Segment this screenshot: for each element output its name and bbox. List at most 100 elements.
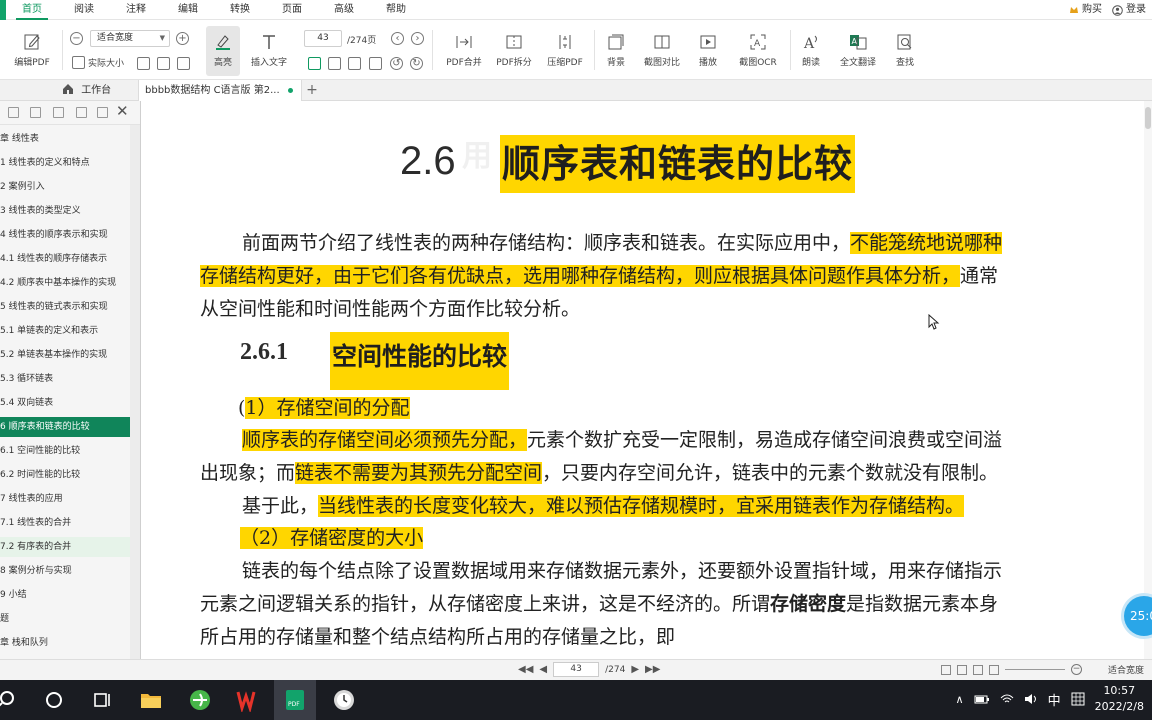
buy-button[interactable]: 购买 <box>1069 0 1102 20</box>
zoom-in-icon[interactable]: + <box>176 32 189 45</box>
zoom-slider[interactable] <box>1004 669 1065 670</box>
toc-item[interactable]: 5 线性表的链式表示和实现 <box>0 297 130 317</box>
toc-item[interactable]: 6.1 空间性能的比较 <box>0 441 130 461</box>
next-page-icon[interactable]: › <box>411 32 424 45</box>
toc-item[interactable]: 7 线性表的应用 <box>0 489 130 509</box>
status-page-input[interactable]: 43 <box>553 662 600 677</box>
pdf-reader-icon[interactable]: PDF <box>283 688 307 712</box>
toc-item[interactable]: 5.1 单链表的定义和表示 <box>0 321 130 341</box>
toc-item[interactable]: 7.1 线性表的合并 <box>0 513 130 533</box>
toc-item[interactable]: 3 线性表的类型定义 <box>0 201 130 221</box>
toc-item[interactable]: 6 顺序表和链表的比较 <box>0 417 130 437</box>
collapse-all-icon[interactable] <box>30 107 41 118</box>
toc-item[interactable]: 章 栈和队列 <box>0 633 130 653</box>
toc-item[interactable]: 6.2 时间性能的比较 <box>0 465 130 485</box>
file-explorer-icon[interactable] <box>139 688 163 712</box>
play-button[interactable]: 播放 <box>692 32 724 68</box>
highlight-button[interactable]: 高亮 <box>205 32 241 68</box>
wps-icon[interactable] <box>236 688 260 712</box>
insert-text-button[interactable]: 插入文字 <box>246 32 292 68</box>
toc-item[interactable]: 1 线性表的定义和特点 <box>0 153 130 173</box>
scroll-view-icon[interactable] <box>972 664 983 675</box>
double-page-icon[interactable] <box>328 57 341 70</box>
browser-icon[interactable] <box>188 688 212 712</box>
background-button[interactable]: 背景 <box>600 32 632 68</box>
dual-view-icon[interactable] <box>956 664 967 675</box>
menu-advanced[interactable]: 高级 <box>334 0 354 20</box>
menu-read[interactable]: 阅读 <box>74 0 94 20</box>
toc-item[interactable]: 4.2 顺序表中基本操作的实现 <box>0 273 130 293</box>
sidebar-scrollbar[interactable] <box>130 125 140 659</box>
pdf-merge-button[interactable]: PDF合并 <box>442 32 486 68</box>
toc-item[interactable]: 5.2 单链表基本操作的实现 <box>0 345 130 365</box>
menu-convert[interactable]: 转换 <box>230 0 250 20</box>
rotate-view-icon[interactable] <box>157 57 170 70</box>
toc-item[interactable]: 4.1 线性表的顺序存储表示 <box>0 249 130 269</box>
floating-timer-badge[interactable]: 25:0 <box>1124 596 1152 636</box>
clock-app-icon[interactable] <box>332 688 356 712</box>
toc-item[interactable]: 9 小结 <box>0 585 130 605</box>
network-icon[interactable] <box>1000 693 1014 705</box>
menu-edit[interactable]: 编辑 <box>178 0 198 20</box>
zoom-out-small-icon[interactable]: − <box>1070 664 1082 675</box>
ime-indicator[interactable]: 中 <box>1048 690 1061 709</box>
zoom-select[interactable]: 适合宽度 ▼ <box>90 30 170 47</box>
tab-workbench[interactable]: 工作台 <box>56 80 136 101</box>
close-icon[interactable]: ✕ <box>116 104 129 119</box>
menu-home[interactable]: 首页 <box>16 0 48 20</box>
continuous-icon[interactable] <box>348 57 361 70</box>
scroll-thumb[interactable] <box>1145 107 1151 129</box>
menu-annotate[interactable]: 注释 <box>126 0 146 20</box>
toc-item[interactable]: 章 线性表 <box>0 129 130 149</box>
book-view-small-icon[interactable] <box>988 664 999 675</box>
toc-item[interactable]: 5.3 循环链表 <box>0 369 130 389</box>
prev-page-icon[interactable]: ‹ <box>391 32 404 45</box>
rotate-right-icon[interactable]: ↻ <box>410 57 423 70</box>
screenshot-ocr-button[interactable]: A 截图OCR <box>732 32 784 68</box>
pdf-split-button[interactable]: PDF拆分 <box>492 32 536 68</box>
rotate-left-icon[interactable]: ↺ <box>390 57 403 70</box>
text-select-icon[interactable] <box>177 57 190 70</box>
cortana-icon[interactable] <box>42 688 66 712</box>
compress-pdf-button[interactable]: 压缩PDF <box>543 32 587 68</box>
menu-help[interactable]: 帮助 <box>386 0 406 20</box>
single-page-icon[interactable] <box>308 57 321 70</box>
screenshot-compare-button[interactable]: 截图对比 <box>640 32 684 68</box>
last-page-icon[interactable]: ▶▶ <box>645 664 660 675</box>
toc-item[interactable]: 4 线性表的顺序表示和实现 <box>0 225 130 245</box>
full-translate-button[interactable]: A 全文翻译 <box>836 32 880 68</box>
edit-bookmark-icon[interactable] <box>76 107 87 118</box>
volume-icon[interactable] <box>1024 693 1038 705</box>
delete-bookmark-icon[interactable] <box>97 107 108 118</box>
tab-document[interactable]: bbbb数据结构 C语言版 第2... <box>138 80 302 101</box>
toc-item[interactable]: 7.2 有序表的合并 <box>0 537 130 557</box>
input-grid-icon[interactable] <box>1071 692 1085 706</box>
document-scrollbar[interactable] <box>1144 101 1152 659</box>
toc-item[interactable]: 5.4 双向链表 <box>0 393 130 413</box>
task-view-icon[interactable] <box>90 688 114 712</box>
search-button[interactable]: 查找 <box>888 32 922 68</box>
new-tab-button[interactable]: + <box>305 80 319 101</box>
zoom-out-icon[interactable]: − <box>70 32 83 45</box>
next-page-small-icon[interactable]: ▶ <box>631 664 639 675</box>
prev-page-small-icon[interactable]: ◀ <box>539 664 547 675</box>
toc-item[interactable]: 8 案例分析与实现 <box>0 561 130 581</box>
single-view-icon[interactable] <box>940 664 951 675</box>
book-view-icon[interactable] <box>369 57 382 70</box>
menu-page[interactable]: 页面 <box>282 0 302 20</box>
read-aloud-button[interactable]: A 朗读 <box>794 32 828 68</box>
fit-page-icon[interactable] <box>137 57 150 70</box>
status-zoom-label[interactable]: 适合宽度 <box>1108 663 1144 676</box>
search-taskbar-icon[interactable] <box>0 688 20 712</box>
toc-item[interactable]: 题 <box>0 609 130 629</box>
login-button[interactable]: 登录 <box>1112 0 1146 20</box>
battery-icon[interactable] <box>974 693 990 705</box>
actual-size-button[interactable]: 实际大小 <box>72 56 124 69</box>
edit-pdf-button[interactable]: 编辑PDF <box>8 32 56 68</box>
toc-item[interactable]: 2 案例引入 <box>0 177 130 197</box>
page-number-input[interactable]: 43 <box>304 30 342 47</box>
tray-expand-icon[interactable]: ∧ <box>956 693 964 706</box>
first-page-icon[interactable]: ◀◀ <box>518 664 533 675</box>
add-bookmark-icon[interactable] <box>53 107 64 118</box>
system-clock[interactable]: 10:57 2022/2/8 <box>1095 683 1144 715</box>
